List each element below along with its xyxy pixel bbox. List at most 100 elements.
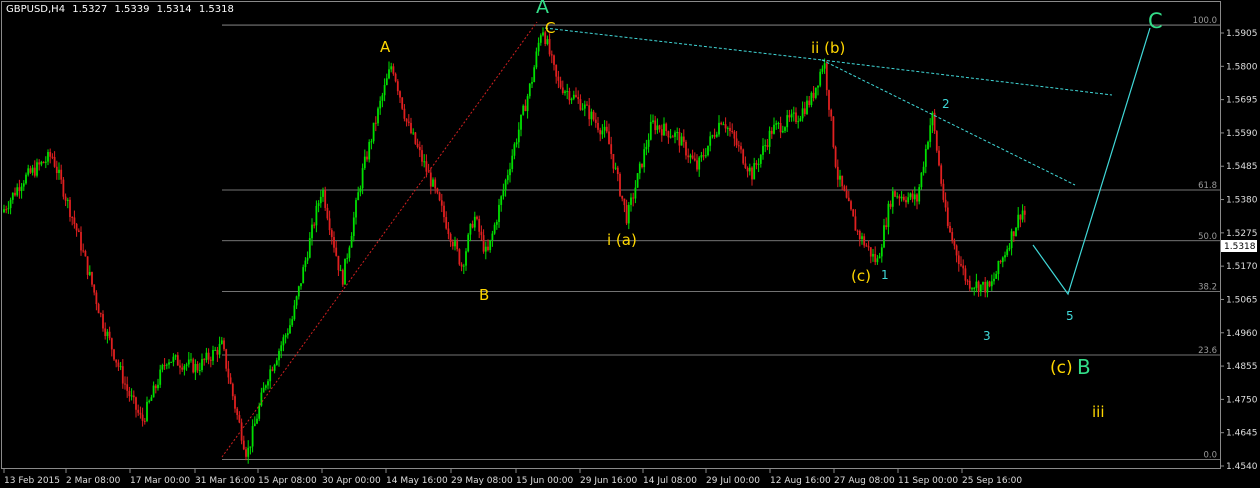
x-tick-label: 14 May 16:00	[386, 476, 448, 486]
candle-body	[150, 397, 153, 401]
x-tick-label: 29 Jul 00:00	[706, 476, 760, 486]
candle-body	[385, 78, 388, 85]
candle-body	[777, 123, 780, 125]
candle-body	[740, 146, 742, 150]
candle-body	[625, 205, 628, 224]
candle-body	[33, 167, 36, 176]
candle-body	[267, 381, 269, 386]
candle-body	[986, 281, 989, 293]
candle-body	[911, 193, 914, 200]
candle-body	[482, 235, 485, 252]
candle-body	[284, 335, 287, 338]
candle-body	[434, 179, 437, 189]
candle-body	[53, 157, 56, 167]
candle-body	[425, 161, 428, 172]
candle-body	[414, 132, 417, 144]
candle-body	[993, 278, 995, 282]
candle-body	[630, 197, 632, 205]
candle-body	[966, 280, 969, 282]
candle-body	[22, 183, 25, 187]
candle-body	[711, 135, 714, 137]
current-price-value: 1.5318	[1224, 242, 1256, 252]
candle-body	[511, 155, 514, 169]
candle-body	[370, 141, 373, 143]
candle-body	[220, 340, 223, 344]
candle-body	[352, 217, 355, 237]
candle-body	[751, 167, 753, 180]
candle-body	[249, 446, 252, 448]
candle-body	[539, 35, 542, 43]
candle-body	[999, 260, 1002, 263]
price-chart[interactable]: 100.0 61.8 50.0 38.2 23.6 0.0 1.5905 1.5800 1.5…	[0, 0, 1260, 488]
candle-body	[913, 194, 916, 200]
candle-body	[229, 377, 232, 384]
candle-body	[223, 340, 225, 350]
candle-body	[773, 124, 775, 134]
candle-body	[119, 366, 122, 368]
candle-body	[799, 118, 802, 122]
candle-body	[51, 156, 54, 158]
candle-body	[262, 387, 265, 393]
candle-body	[1010, 231, 1013, 249]
candle-body	[900, 196, 903, 199]
candle-body	[80, 231, 82, 251]
candle-body	[1017, 214, 1020, 228]
candle-body	[843, 186, 846, 191]
candle-body	[654, 120, 657, 131]
candle-body	[920, 172, 923, 188]
candle-body	[520, 114, 522, 130]
candle-body	[36, 162, 38, 176]
candle-body	[713, 135, 716, 137]
candle-body	[669, 136, 672, 138]
candle-body	[513, 144, 516, 156]
candle-body	[201, 359, 203, 371]
candle-body	[121, 366, 124, 384]
candle-body	[5, 209, 8, 211]
candle-body	[348, 247, 351, 258]
candle-body	[286, 333, 289, 336]
candle-body	[209, 359, 212, 361]
x-tick-label: 11 Sep 00:00	[898, 476, 958, 486]
candle-body	[997, 260, 1000, 275]
candle-body	[861, 236, 863, 239]
candle-body	[973, 287, 976, 289]
candle-body	[212, 349, 214, 361]
candle-body	[258, 405, 261, 419]
candle-body	[548, 39, 551, 55]
candle-body	[185, 364, 188, 366]
x-tick-label: 29 May 08:00	[451, 476, 513, 486]
x-tick-label: 17 Mar 00:00	[130, 476, 190, 486]
candle-body	[962, 265, 965, 269]
candle-body	[806, 100, 808, 114]
candle-body	[251, 426, 254, 447]
candle-body	[942, 183, 945, 200]
candle-body	[66, 199, 69, 201]
candle-body	[390, 66, 393, 70]
wave-label-1: 1	[881, 268, 889, 282]
candle-body	[423, 161, 426, 163]
candle-body	[599, 129, 602, 135]
candle-body	[86, 256, 89, 275]
candle-body	[289, 325, 291, 334]
candle-body	[885, 225, 888, 228]
candle-body	[517, 129, 520, 143]
candle-body	[905, 200, 907, 203]
y-tick-label: 1.4645	[1226, 429, 1258, 439]
candle-body	[498, 204, 500, 222]
candle-body	[117, 362, 120, 367]
candle-body	[27, 168, 30, 175]
candle-body	[97, 304, 100, 314]
candle-body	[377, 108, 379, 124]
candle-body	[671, 136, 674, 138]
candle-body	[955, 245, 958, 256]
candle-body	[172, 356, 175, 362]
candle-body	[240, 422, 243, 441]
candle-body	[847, 197, 850, 202]
candle-body	[174, 355, 177, 357]
candle-body	[982, 281, 984, 285]
candle-body	[865, 245, 868, 247]
candle-body	[69, 199, 71, 217]
fib-level-label: 0.0	[1203, 451, 1217, 461]
candle-body	[696, 160, 698, 170]
candle-body	[759, 154, 762, 164]
